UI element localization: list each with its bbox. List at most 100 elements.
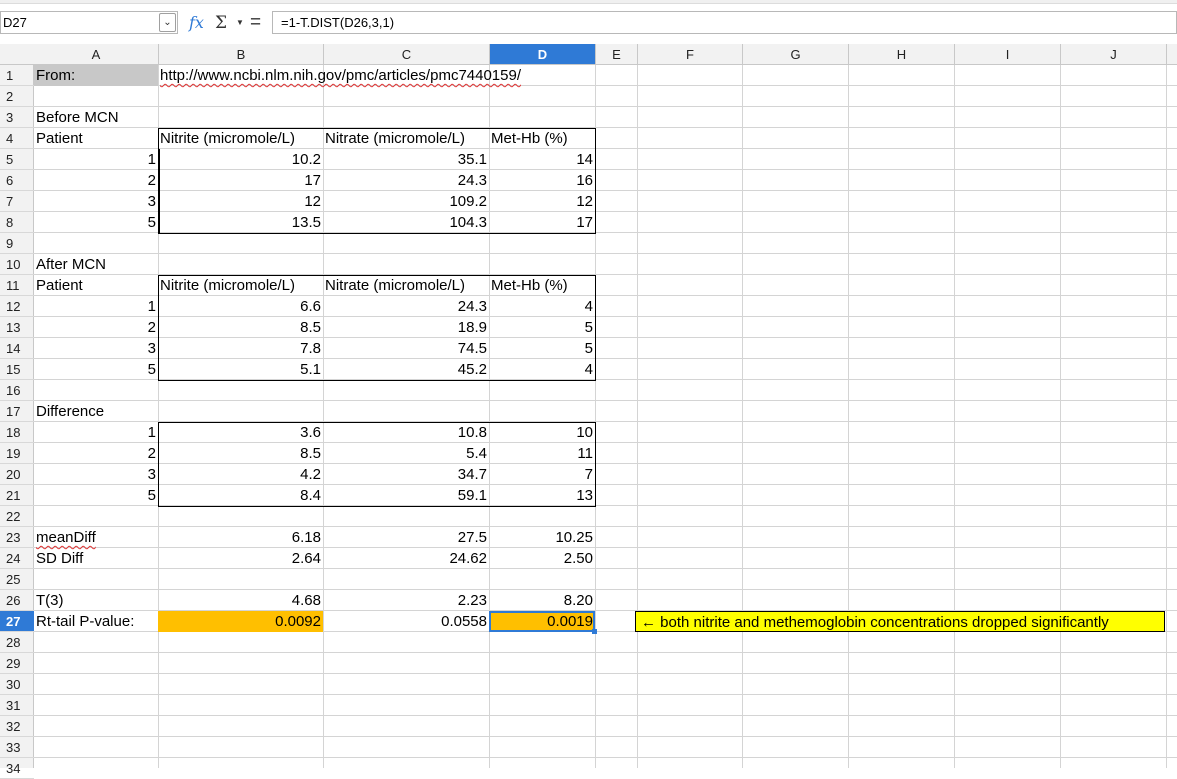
- cell-a7[interactable]: 3: [34, 191, 158, 212]
- row-header[interactable]: 33: [0, 737, 34, 758]
- cell-c13[interactable]: 18.9: [323, 317, 489, 338]
- row-header[interactable]: 11: [0, 275, 34, 296]
- cell-a18[interactable]: 1: [34, 422, 158, 443]
- fill-handle[interactable]: [592, 629, 597, 634]
- cell-b13[interactable]: 8.5: [158, 317, 323, 338]
- cell-c12[interactable]: 24.3: [323, 296, 489, 317]
- equals-icon[interactable]: =: [250, 12, 261, 34]
- cell-a8[interactable]: 5: [34, 212, 158, 233]
- row-header[interactable]: 4: [0, 128, 34, 149]
- cell-d15[interactable]: 4: [489, 359, 595, 380]
- column-header-d[interactable]: D: [490, 44, 596, 64]
- column-header-j[interactable]: J: [1061, 44, 1167, 64]
- cell-d19[interactable]: 11: [489, 443, 595, 464]
- cell-a26[interactable]: T(3): [34, 590, 158, 611]
- column-header-b[interactable]: B: [159, 44, 324, 64]
- cell-d21[interactable]: 13: [489, 485, 595, 506]
- cell-b14[interactable]: 7.8: [158, 338, 323, 359]
- row-header[interactable]: 31: [0, 695, 34, 716]
- row-header[interactable]: 29: [0, 653, 34, 674]
- row-header[interactable]: 7: [0, 191, 34, 212]
- cell-a4[interactable]: Patient: [34, 128, 158, 149]
- cell-c20[interactable]: 34.7: [323, 464, 489, 485]
- row-header[interactable]: 23: [0, 527, 34, 548]
- cell-a15[interactable]: 5: [34, 359, 158, 380]
- sum-icon[interactable]: Σ: [215, 12, 227, 34]
- row-header[interactable]: 22: [0, 506, 34, 527]
- cell-c7[interactable]: 109.2: [323, 191, 489, 212]
- cell-c23[interactable]: 27.5: [323, 527, 489, 548]
- chevron-down-icon[interactable]: ⌄: [159, 13, 176, 32]
- cell-a12[interactable]: 1: [34, 296, 158, 317]
- cell-b8[interactable]: 13.5: [158, 212, 323, 233]
- cell-d11[interactable]: Met-Hb (%): [489, 275, 595, 296]
- row-header[interactable]: 18: [0, 422, 34, 443]
- row-header[interactable]: 28: [0, 632, 34, 653]
- cell-b18[interactable]: 3.6: [158, 422, 323, 443]
- cell-c27[interactable]: 0.0558: [323, 611, 489, 632]
- cell-d27-selected[interactable]: 0.0019: [489, 611, 595, 632]
- cell-b11[interactable]: Nitrite (micromole/L): [158, 275, 323, 296]
- cell-a24[interactable]: SD Diff: [34, 548, 158, 569]
- row-header[interactable]: 25: [0, 569, 34, 590]
- cell-d18[interactable]: 10: [489, 422, 595, 443]
- row-header[interactable]: 32: [0, 716, 34, 737]
- cell-c15[interactable]: 45.2: [323, 359, 489, 380]
- cell-d8[interactable]: 17: [489, 212, 595, 233]
- row-header[interactable]: 5: [0, 149, 34, 170]
- cell-c8[interactable]: 104.3: [323, 212, 489, 233]
- row-header[interactable]: 12: [0, 296, 34, 317]
- cell-a6[interactable]: 2: [34, 170, 158, 191]
- cell-d4[interactable]: Met-Hb (%): [489, 128, 595, 149]
- cell-c18[interactable]: 10.8: [323, 422, 489, 443]
- cell-a10[interactable]: After MCN: [34, 254, 158, 275]
- row-header[interactable]: 34: [0, 758, 34, 779]
- cell-c24[interactable]: 24.62: [323, 548, 489, 569]
- column-header-i[interactable]: I: [955, 44, 1061, 64]
- cell-b19[interactable]: 8.5: [158, 443, 323, 464]
- row-header[interactable]: 8: [0, 212, 34, 233]
- spreadsheet-grid[interactable]: From: http://www.ncbi.nlm.nih.gov/pmc/ar…: [34, 65, 1177, 768]
- cell-a17[interactable]: Difference: [34, 401, 158, 422]
- cell-a27[interactable]: Rt-tail P-value:: [34, 611, 158, 632]
- row-header[interactable]: 20: [0, 464, 34, 485]
- cell-d20[interactable]: 7: [489, 464, 595, 485]
- row-header[interactable]: 26: [0, 590, 34, 611]
- cell-a1[interactable]: From:: [34, 65, 158, 86]
- row-header[interactable]: 17: [0, 401, 34, 422]
- sum-dropdown-arrow-icon[interactable]: ▼: [236, 12, 244, 34]
- name-box[interactable]: D27 ⌄: [0, 11, 178, 34]
- cell-b21[interactable]: 8.4: [158, 485, 323, 506]
- cell-c5[interactable]: 35.1: [323, 149, 489, 170]
- cell-b27[interactable]: 0.0092: [158, 611, 323, 632]
- cell-a21[interactable]: 5: [34, 485, 158, 506]
- cell-b7[interactable]: 12: [158, 191, 323, 212]
- cell-d14[interactable]: 5: [489, 338, 595, 359]
- row-header[interactable]: 24: [0, 548, 34, 569]
- fx-icon[interactable]: fx: [189, 12, 204, 34]
- column-header-g[interactable]: G: [743, 44, 849, 64]
- row-header[interactable]: 2: [0, 86, 34, 107]
- column-header-f[interactable]: F: [638, 44, 743, 64]
- cell-b15[interactable]: 5.1: [158, 359, 323, 380]
- row-header[interactable]: 19: [0, 443, 34, 464]
- cell-c26[interactable]: 2.23: [323, 590, 489, 611]
- cell-d6[interactable]: 16: [489, 170, 595, 191]
- cell-a20[interactable]: 3: [34, 464, 158, 485]
- cell-b20[interactable]: 4.2: [158, 464, 323, 485]
- cell-b24[interactable]: 2.64: [158, 548, 323, 569]
- row-header[interactable]: 15: [0, 359, 34, 380]
- cell-c6[interactable]: 24.3: [323, 170, 489, 191]
- cell-d24[interactable]: 2.50: [489, 548, 595, 569]
- cell-a3[interactable]: Before MCN: [34, 107, 158, 128]
- row-header-active[interactable]: 27: [0, 611, 34, 632]
- cell-a5[interactable]: 1: [34, 149, 158, 170]
- cell-b12[interactable]: 6.6: [158, 296, 323, 317]
- formula-text[interactable]: =1-T.DIST(D26,3,1): [281, 15, 394, 30]
- row-header[interactable]: 21: [0, 485, 34, 506]
- cell-d13[interactable]: 5: [489, 317, 595, 338]
- row-header[interactable]: 13: [0, 317, 34, 338]
- row-header[interactable]: 6: [0, 170, 34, 191]
- cell-c11[interactable]: Nitrate (micromole/L): [323, 275, 489, 296]
- cell-f27-note[interactable]: ← both nitrite and methemoglobin concent…: [635, 611, 1165, 632]
